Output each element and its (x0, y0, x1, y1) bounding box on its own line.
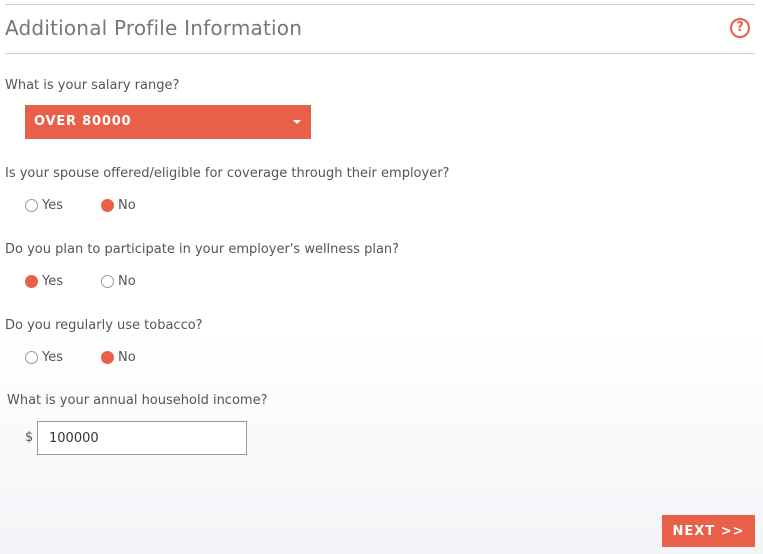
radio-label: No (118, 274, 136, 289)
salary-question: What is your salary range? (5, 78, 180, 93)
radio-unchecked-icon (25, 199, 38, 212)
household-income-input[interactable] (37, 421, 247, 455)
salary-range-value: OVER 80000 (34, 114, 132, 129)
help-icon[interactable]: ? (730, 18, 750, 38)
household-income-question: What is your annual household income? (7, 393, 268, 408)
currency-symbol: $ (25, 430, 34, 445)
radio-unchecked-icon (101, 275, 114, 288)
salary-range-select[interactable]: OVER 80000 (25, 105, 311, 139)
tobacco-question: Do you regularly use tobacco? (5, 318, 203, 333)
header-divider (5, 53, 755, 54)
next-button[interactable]: NEXT >> (662, 515, 755, 547)
radio-label: No (118, 198, 136, 213)
radio-checked-icon (25, 275, 38, 288)
radio-checked-icon (101, 351, 114, 364)
radio-checked-icon (101, 199, 114, 212)
radio-label: Yes (42, 350, 63, 365)
caret-down-icon (293, 120, 301, 124)
page-title: Additional Profile Information (5, 16, 303, 40)
radio-label: Yes (42, 198, 63, 213)
top-divider (5, 4, 755, 5)
spouse-coverage-question: Is your spouse offered/eligible for cove… (5, 166, 450, 181)
wellness-plan-question: Do you plan to participate in your emplo… (5, 242, 400, 257)
radio-unchecked-icon (25, 351, 38, 364)
radio-label: No (118, 350, 136, 365)
radio-label: Yes (42, 274, 63, 289)
